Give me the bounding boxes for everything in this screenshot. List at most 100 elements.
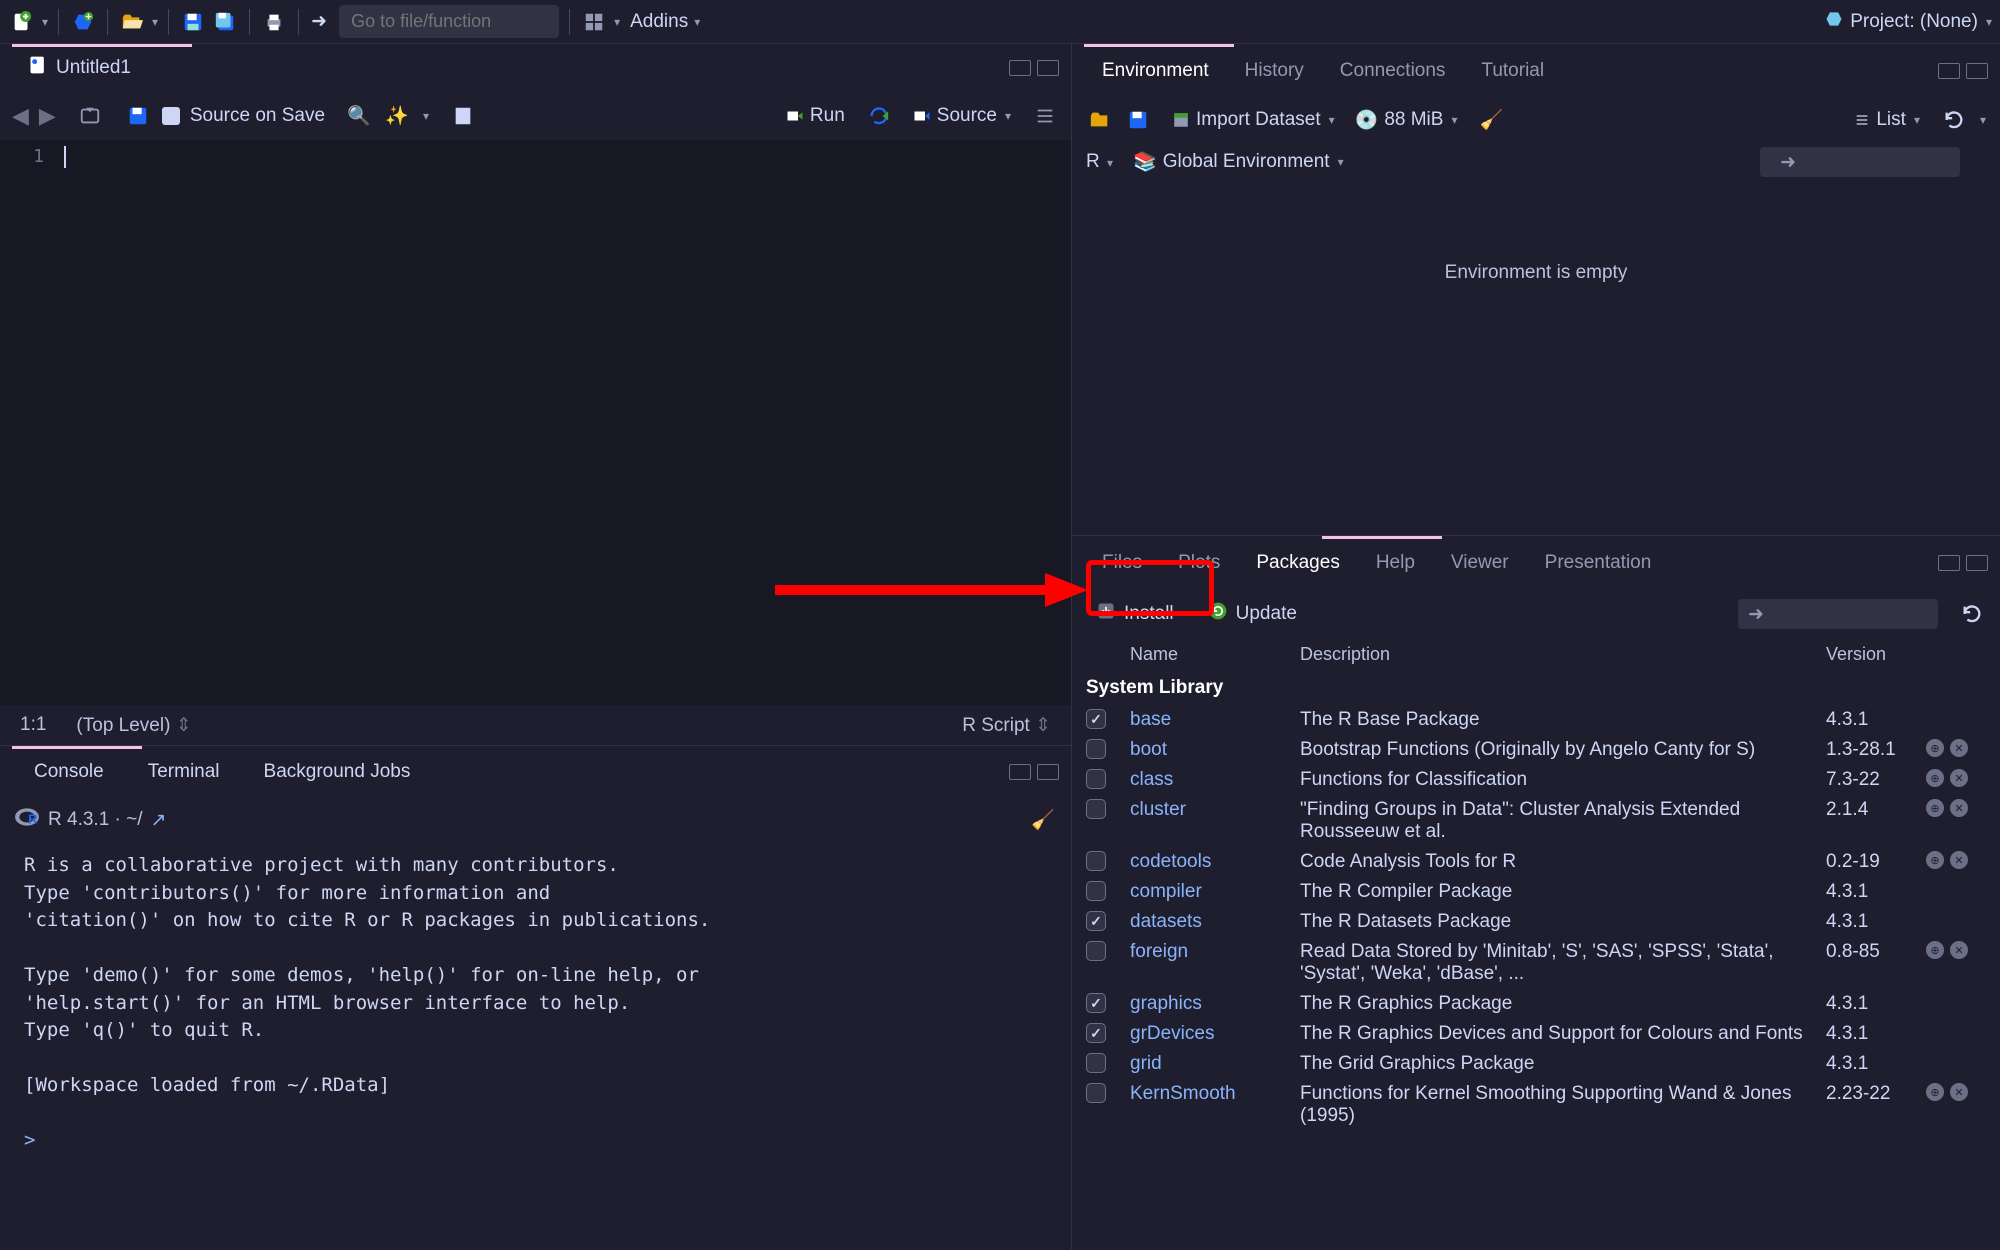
remove-icon[interactable]: ✕ <box>1950 739 1968 757</box>
caret-icon[interactable]: ▾ <box>614 15 620 29</box>
filetype-selector[interactable]: R Script ⇕ <box>962 714 1051 737</box>
find-icon[interactable]: 🔍 <box>345 102 373 130</box>
save-workspace-icon[interactable] <box>1124 106 1152 134</box>
package-checkbox[interactable] <box>1086 799 1106 819</box>
minimize-pane-icon[interactable] <box>1009 764 1031 780</box>
tab-terminal[interactable]: Terminal <box>126 761 242 783</box>
tab-environment[interactable]: Environment <box>1084 44 1227 98</box>
tab-packages[interactable]: Packages <box>1238 536 1357 590</box>
package-checkbox[interactable] <box>1086 739 1106 759</box>
package-name-link[interactable]: grDevices <box>1130 1023 1214 1044</box>
package-name-link[interactable]: compiler <box>1130 881 1202 902</box>
web-icon[interactable]: ⊕ <box>1926 739 1944 757</box>
package-name-link[interactable]: cluster <box>1130 799 1186 820</box>
install-button[interactable]: Install <box>1086 597 1184 631</box>
web-icon[interactable]: ⊕ <box>1926 769 1944 787</box>
tab-viewer[interactable]: Viewer <box>1433 536 1527 590</box>
console-output[interactable]: R is a collaborative project with many c… <box>0 842 1071 1250</box>
language-selector[interactable]: R ▾ <box>1086 151 1113 173</box>
package-checkbox[interactable] <box>1086 993 1106 1013</box>
web-icon[interactable]: ⊕ <box>1926 941 1944 959</box>
goto-input[interactable] <box>339 5 559 38</box>
import-dataset-button[interactable]: Import Dataset▾ <box>1172 109 1335 131</box>
tab-presentation[interactable]: Presentation <box>1527 536 1670 590</box>
package-name-link[interactable]: boot <box>1130 739 1167 760</box>
package-name-link[interactable]: base <box>1130 709 1171 730</box>
package-checkbox[interactable] <box>1086 1053 1106 1073</box>
minimize-pane-icon[interactable] <box>1938 63 1960 79</box>
maximize-pane-icon[interactable] <box>1037 764 1059 780</box>
grid-icon[interactable] <box>580 8 608 36</box>
compile-icon[interactable] <box>449 102 477 130</box>
package-name-link[interactable]: foreign <box>1130 941 1188 962</box>
save-all-icon[interactable] <box>211 8 239 36</box>
broom-icon[interactable]: 🧹 <box>1477 106 1505 134</box>
source-button[interactable]: Source▾ <box>913 105 1011 127</box>
tab-history[interactable]: History <box>1227 44 1322 98</box>
scope-selector[interactable]: 📚Global Environment▾ <box>1133 150 1344 174</box>
pkg-search-input[interactable] <box>1738 599 1938 629</box>
caret-icon[interactable]: ▾ <box>42 15 48 29</box>
new-project-icon[interactable] <box>69 8 97 36</box>
project-selector[interactable]: Project: (None)▾ <box>1824 9 1992 35</box>
package-checkbox[interactable] <box>1086 1083 1106 1103</box>
maximize-pane-icon[interactable] <box>1966 555 1988 571</box>
tab-help[interactable]: Help <box>1358 536 1433 590</box>
web-icon[interactable]: ⊕ <box>1926 851 1944 869</box>
package-name-link[interactable]: KernSmooth <box>1130 1083 1236 1104</box>
scope-selector[interactable]: (Top Level) ⇕ <box>76 714 191 737</box>
package-checkbox[interactable] <box>1086 1023 1106 1043</box>
code-editor[interactable]: 1 <box>0 140 1071 705</box>
package-checkbox[interactable] <box>1086 941 1106 961</box>
package-name-link[interactable]: datasets <box>1130 911 1202 932</box>
tab-files[interactable]: Files <box>1084 536 1160 590</box>
tab-plots[interactable]: Plots <box>1160 536 1238 590</box>
new-file-icon[interactable] <box>8 8 36 36</box>
remove-icon[interactable]: ✕ <box>1950 851 1968 869</box>
package-name-link[interactable]: class <box>1130 769 1173 790</box>
show-in-window-icon[interactable] <box>76 102 104 130</box>
update-button[interactable]: Update <box>1198 597 1307 631</box>
load-workspace-icon[interactable] <box>1086 106 1114 134</box>
back-icon[interactable]: ◀ <box>12 103 29 129</box>
package-checkbox[interactable] <box>1086 911 1106 931</box>
maximize-pane-icon[interactable] <box>1037 60 1059 76</box>
print-icon[interactable] <box>260 8 288 36</box>
addins-menu[interactable]: Addins▾ <box>630 11 700 33</box>
web-icon[interactable]: ⊕ <box>1926 1083 1944 1101</box>
open-file-icon[interactable] <box>118 8 146 36</box>
remove-icon[interactable]: ✕ <box>1950 769 1968 787</box>
source-on-save-checkbox[interactable] <box>162 107 180 125</box>
refresh-icon[interactable] <box>1940 106 1968 134</box>
tab-connections[interactable]: Connections <box>1322 44 1464 98</box>
refresh-icon[interactable] <box>1958 600 1986 628</box>
run-button[interactable]: Run <box>786 105 845 127</box>
broom-icon[interactable]: 🧹 <box>1029 806 1057 834</box>
package-name-link[interactable]: grid <box>1130 1053 1162 1074</box>
package-name-link[interactable]: graphics <box>1130 993 1202 1014</box>
web-icon[interactable]: ⊕ <box>1926 799 1944 817</box>
rerun-icon[interactable] <box>865 102 893 130</box>
package-name-link[interactable]: codetools <box>1130 851 1211 872</box>
package-checkbox[interactable] <box>1086 851 1106 871</box>
package-checkbox[interactable] <box>1086 769 1106 789</box>
remove-icon[interactable]: ✕ <box>1950 941 1968 959</box>
package-checkbox[interactable] <box>1086 881 1106 901</box>
forward-icon[interactable]: ▶ <box>39 103 56 129</box>
maximize-pane-icon[interactable] <box>1966 63 1988 79</box>
save-icon[interactable] <box>124 102 152 130</box>
list-view-button[interactable]: List▾ <box>1854 109 1920 131</box>
minimize-pane-icon[interactable] <box>1938 555 1960 571</box>
save-icon[interactable] <box>179 8 207 36</box>
package-checkbox[interactable] <box>1086 709 1106 729</box>
remove-icon[interactable]: ✕ <box>1950 799 1968 817</box>
outline-icon[interactable] <box>1031 102 1059 130</box>
popout-icon[interactable]: ↗ <box>151 809 167 832</box>
tab-tutorial[interactable]: Tutorial <box>1463 44 1562 98</box>
tab-background-jobs[interactable]: Background Jobs <box>242 761 433 783</box>
remove-icon[interactable]: ✕ <box>1950 1083 1968 1101</box>
source-file-tab[interactable]: Untitled1 <box>12 48 147 88</box>
tab-console[interactable]: Console <box>12 761 126 783</box>
wand-icon[interactable]: ✨ <box>383 102 411 130</box>
caret-icon[interactable]: ▾ <box>152 15 158 29</box>
